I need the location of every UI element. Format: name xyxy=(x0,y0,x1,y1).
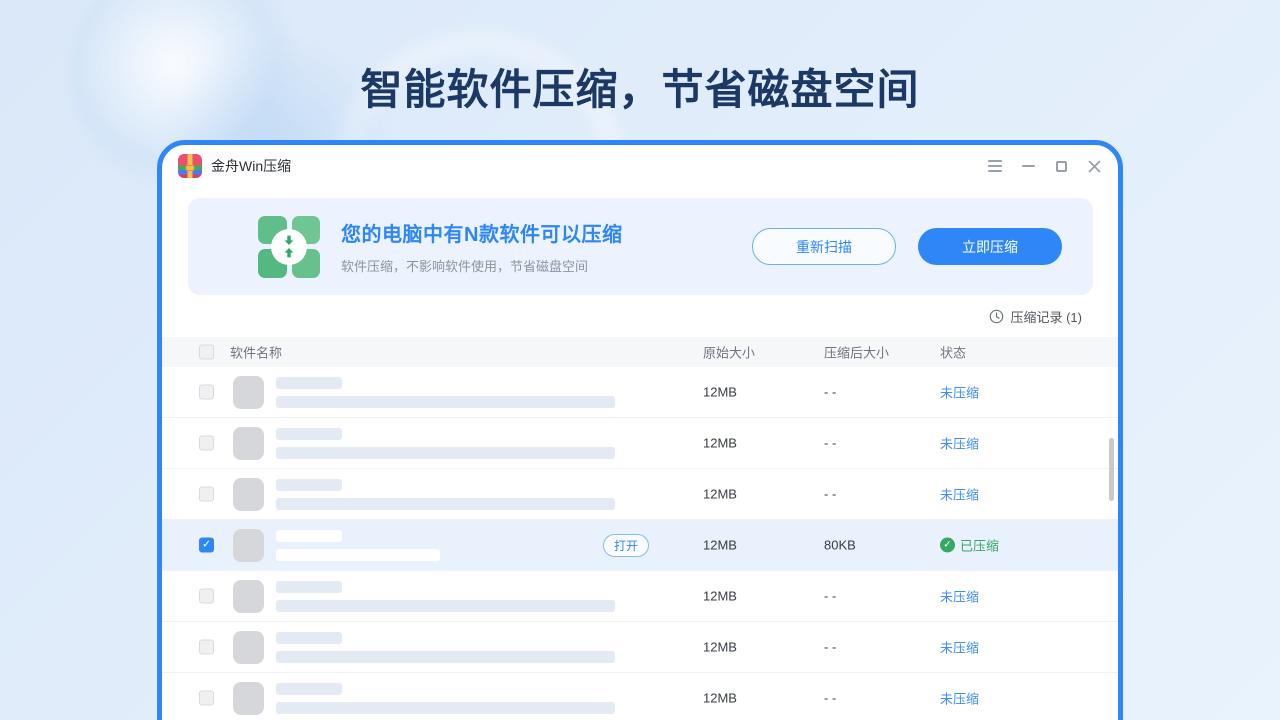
table-row: 12MB - - 未压缩 xyxy=(162,673,1118,720)
row-checkbox-checked[interactable] xyxy=(199,538,214,553)
app-path-placeholder xyxy=(276,651,615,663)
app-window: 金舟Win压缩 您的电脑中有N款软件可以压缩 软件压缩，不影响软件使用，节省磁盘… xyxy=(157,140,1123,720)
table-header: 软件名称 原始大小 压缩后大小 状态 xyxy=(162,337,1118,367)
app-path-placeholder xyxy=(276,549,440,561)
open-button[interactable]: 打开 xyxy=(603,534,649,557)
original-size: 12MB xyxy=(703,436,737,451)
scan-result-banner: 您的电脑中有N款软件可以压缩 软件压缩，不影响软件使用，节省磁盘空间 重新扫描 … xyxy=(188,198,1093,295)
app-logo-icon xyxy=(178,154,202,178)
banner-text: 您的电脑中有N款软件可以压缩 软件压缩，不影响软件使用，节省磁盘空间 xyxy=(341,218,622,275)
header-software-name: 软件名称 xyxy=(230,343,282,362)
window-title: 金舟Win压缩 xyxy=(211,154,291,178)
compression-records-link[interactable]: 压缩记录 (1) xyxy=(162,295,1118,337)
maximize-icon[interactable] xyxy=(1053,158,1069,174)
zipper-buckle xyxy=(186,165,195,171)
app-thumbnail-placeholder xyxy=(233,478,264,511)
compressed-size: - - xyxy=(824,385,836,400)
header-status: 状态 xyxy=(940,343,966,362)
table-row: 12MB - - 未压缩 xyxy=(162,622,1118,673)
compress-now-button[interactable]: 立即压缩 xyxy=(918,228,1062,265)
row-checkbox[interactable] xyxy=(199,487,214,502)
app-name-placeholder xyxy=(276,632,342,644)
app-name-placeholder xyxy=(276,428,342,440)
original-size: 12MB xyxy=(703,538,737,553)
app-thumbnail-placeholder xyxy=(233,682,264,715)
row-checkbox[interactable] xyxy=(199,691,214,706)
window-titlebar: 金舟Win压缩 xyxy=(162,145,1118,198)
compressed-size: 80KB xyxy=(824,538,856,553)
status-link[interactable]: 未压缩 xyxy=(940,638,979,657)
header-original-size: 原始大小 xyxy=(703,343,755,362)
row-checkbox[interactable] xyxy=(199,640,214,655)
menu-icon[interactable] xyxy=(987,158,1003,174)
banner-title: 您的电脑中有N款软件可以压缩 xyxy=(341,218,622,247)
page-title: 智能软件压缩，节省磁盘空间 xyxy=(0,56,1280,117)
scrollbar-thumb[interactable] xyxy=(1109,438,1114,501)
clock-icon xyxy=(989,309,1004,324)
app-name-placeholder xyxy=(276,683,342,695)
row-checkbox[interactable] xyxy=(199,436,214,451)
compressed-size: - - xyxy=(824,691,836,706)
row-checkbox[interactable] xyxy=(199,589,214,604)
header-compressed-size: 压缩后大小 xyxy=(824,343,889,362)
app-name-placeholder xyxy=(276,581,342,593)
records-label: 压缩记录 (1) xyxy=(1010,307,1082,326)
rescan-button[interactable]: 重新扫描 xyxy=(752,228,896,265)
status-link[interactable]: 未压缩 xyxy=(940,434,979,453)
original-size: 12MB xyxy=(703,385,737,400)
status-link[interactable]: 未压缩 xyxy=(940,587,979,606)
banner-subtitle: 软件压缩，不影响软件使用，节省磁盘空间 xyxy=(341,256,622,275)
original-size: 12MB xyxy=(703,640,737,655)
success-check-icon: ✓ xyxy=(940,538,955,553)
compressed-size: - - xyxy=(824,436,836,451)
table-row: 12MB - - 未压缩 xyxy=(162,367,1118,418)
app-thumbnail-placeholder xyxy=(233,427,264,460)
table-row-selected: 打开 12MB 80KB ✓ 已压缩 xyxy=(162,520,1118,571)
original-size: 12MB xyxy=(703,487,737,502)
app-thumbnail-placeholder xyxy=(233,631,264,664)
compressed-size: - - xyxy=(824,487,836,502)
close-icon[interactable] xyxy=(1086,158,1102,174)
status-link[interactable]: 未压缩 xyxy=(940,383,979,402)
compress-arrows-icon xyxy=(271,229,307,265)
app-name-placeholder xyxy=(276,530,342,542)
compressed-size: - - xyxy=(824,640,836,655)
original-size: 12MB xyxy=(703,589,737,604)
minimize-icon[interactable] xyxy=(1020,158,1036,174)
app-name-placeholder xyxy=(276,377,342,389)
row-checkbox[interactable] xyxy=(199,385,214,400)
compressed-size: - - xyxy=(824,589,836,604)
app-path-placeholder xyxy=(276,396,615,408)
app-thumbnail-placeholder xyxy=(233,580,264,613)
status-link[interactable]: 未压缩 xyxy=(940,689,979,708)
app-path-placeholder xyxy=(276,447,615,459)
select-all-checkbox[interactable] xyxy=(199,345,214,360)
status-compressed: ✓ 已压缩 xyxy=(940,536,999,555)
app-thumbnail-placeholder xyxy=(233,376,264,409)
banner-actions: 重新扫描 立即压缩 xyxy=(752,228,1062,265)
app-path-placeholder xyxy=(276,498,615,510)
table-row: 12MB - - 未压缩 xyxy=(162,469,1118,520)
app-name-placeholder xyxy=(276,479,342,491)
app-thumbnail-placeholder xyxy=(233,529,264,562)
table-row: 12MB - - 未压缩 xyxy=(162,418,1118,469)
app-path-placeholder xyxy=(276,702,615,714)
compress-squares-icon xyxy=(258,216,320,278)
table-row: 12MB - - 未压缩 xyxy=(162,571,1118,622)
original-size: 12MB xyxy=(703,691,737,706)
app-path-placeholder xyxy=(276,600,615,612)
status-text: 已压缩 xyxy=(960,536,999,555)
status-link[interactable]: 未压缩 xyxy=(940,485,979,504)
window-controls xyxy=(987,154,1102,178)
